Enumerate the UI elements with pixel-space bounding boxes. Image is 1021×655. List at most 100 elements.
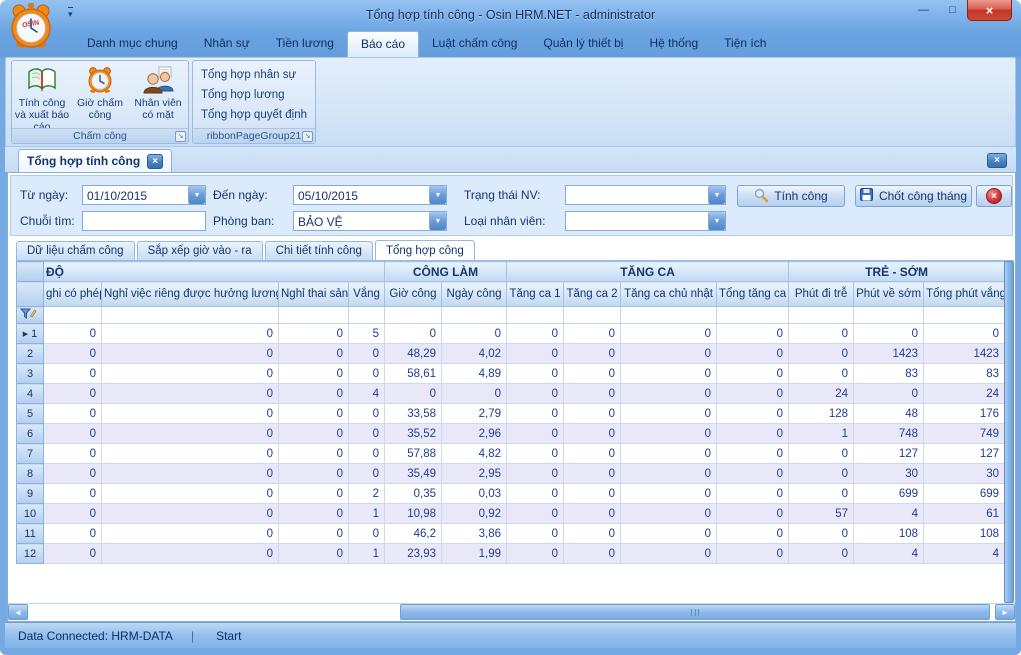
column-header-4[interactable]: Giờ công	[385, 282, 442, 307]
grid-cell: 0	[102, 404, 279, 424]
menu-tab-1[interactable]: Nhân sự	[191, 31, 263, 57]
chevron-down-icon[interactable]: ▼	[429, 212, 446, 230]
close-filter-button[interactable]: ×	[976, 185, 1012, 207]
menu-tab-0[interactable]: Danh mục chung	[74, 31, 191, 57]
tu-ngay-combo[interactable]: 01/10/2015 ▼	[82, 185, 206, 205]
row-indicator-2[interactable]: 2	[17, 344, 44, 364]
filter-row-cell-3[interactable]	[349, 307, 385, 324]
column-header-7[interactable]: Tăng ca 2	[564, 282, 621, 307]
grid-cell: 10,98	[385, 504, 442, 524]
column-header-6[interactable]: Tăng ca 1	[507, 282, 564, 307]
row-indicator-7[interactable]: 7	[17, 444, 44, 464]
grid-cell: 0	[507, 484, 564, 504]
row-indicator-10[interactable]: 10	[17, 504, 44, 524]
filter-row-cell-9[interactable]	[717, 307, 789, 324]
filter-row-cell-12[interactable]	[924, 307, 1005, 324]
document-tab[interactable]: Tổng hợp tính công ×	[18, 149, 172, 172]
dialog-launcher-icon[interactable]: ↘	[175, 131, 186, 142]
column-header-10[interactable]: Phút đi trễ	[789, 282, 854, 307]
menu-tab-5[interactable]: Quản lý thiết bị	[530, 31, 636, 57]
tab-close-icon[interactable]: ×	[147, 154, 163, 169]
column-header-1[interactable]: Nghỉ việc riêng được hưởng lương	[102, 282, 279, 307]
row-indicator-9[interactable]: 9	[17, 484, 44, 504]
menu-tab-2[interactable]: Tiền lương	[263, 31, 347, 57]
filter-row-cell-6[interactable]	[507, 307, 564, 324]
band-header-2[interactable]: TĂNG CA	[507, 262, 789, 282]
ribbon-menu-item-2[interactable]: Tổng hợp quyết định	[195, 105, 313, 125]
row-indicator-5[interactable]: 5	[17, 404, 44, 424]
ribbon-menu-item-1[interactable]: Tổng hợp lương	[195, 85, 313, 105]
column-header-2[interactable]: Nghỉ thai sản	[279, 282, 349, 307]
dialog-launcher-icon[interactable]: ↘	[302, 131, 313, 142]
grid-tab-1[interactable]: Sắp xếp giờ vào - ra	[137, 241, 263, 260]
minimize-button[interactable]: —	[909, 0, 938, 19]
ribbon-button-tinh-cong-xuat-bao-cao[interactable]: Tính công và xuất báo cáo	[13, 63, 71, 133]
band-header-3[interactable]: TRẺ - SỚM	[789, 262, 1005, 282]
row-indicator-6[interactable]: 6	[17, 424, 44, 444]
chevron-down-icon[interactable]: ▼	[429, 186, 446, 204]
grid-tab-3[interactable]: Tổng hợp công	[375, 240, 475, 260]
close-button[interactable]: ×	[967, 0, 1012, 21]
grid-cell: 0	[102, 384, 279, 404]
tinh-cong-button[interactable]: Tính công	[737, 185, 845, 207]
band-header-0[interactable]: ĐỘ	[44, 262, 385, 282]
column-header-8[interactable]: Tăng ca chủ nhật	[621, 282, 717, 307]
chevron-down-icon[interactable]: ▼	[708, 186, 725, 204]
menu-tab-4[interactable]: Luật chấm công	[419, 31, 530, 57]
chevron-down-icon[interactable]: ▼	[188, 186, 205, 204]
column-header-0[interactable]: ghi có phép	[44, 282, 102, 307]
column-header-11[interactable]: Phút về sớm	[854, 282, 924, 307]
column-header-12[interactable]: Tổng phút vắng	[924, 282, 1005, 307]
filter-row-cell-0[interactable]	[44, 307, 102, 324]
grid-cell: 0	[564, 504, 621, 524]
filter-row-cell-4[interactable]	[385, 307, 442, 324]
search-input[interactable]	[82, 211, 206, 231]
phong-ban-combo[interactable]: BẢO VỆ ▼	[293, 211, 447, 231]
ribbon-button-nhan-vien-co-mat[interactable]: Nhân viên có mặt	[129, 63, 187, 133]
grid-cell: 0	[349, 344, 385, 364]
ribbon-menu-item-0[interactable]: Tổng hợp nhân sự	[195, 65, 313, 85]
den-ngay-combo[interactable]: 05/10/2015 ▼	[293, 185, 447, 205]
column-header-3[interactable]: Vắng	[349, 282, 385, 307]
title-bar[interactable]: OSIN ▾ Tổng hợp tính công - Osin HRM.NET…	[0, 0, 1021, 30]
filter-row-cell-1[interactable]	[102, 307, 279, 324]
row-indicator-12[interactable]: 12	[17, 544, 44, 564]
menu-tab-3[interactable]: Báo cáo	[347, 31, 419, 57]
menu-tab-6[interactable]: Hệ thống	[636, 31, 711, 57]
scrollbar-thumb[interactable]	[400, 604, 990, 620]
scroll-right-button[interactable]: ►	[995, 604, 1015, 620]
filter-row-cell-10[interactable]	[789, 307, 854, 324]
filter-row-cell-8[interactable]	[621, 307, 717, 324]
row-indicator-11[interactable]: 11	[17, 524, 44, 544]
filter-row-cell-11[interactable]	[854, 307, 924, 324]
menu-tab-7[interactable]: Tiện ích	[711, 31, 779, 57]
chot-cong-thang-button[interactable]: Chốt công tháng	[855, 185, 972, 207]
app-logo-icon[interactable]: OSIN	[7, 2, 57, 54]
column-header-9[interactable]: Tổng tăng ca	[717, 282, 789, 307]
chevron-down-icon[interactable]: ▼	[708, 212, 725, 230]
column-header-5[interactable]: Ngày công	[442, 282, 507, 307]
row-indicator-4[interactable]: 4	[17, 384, 44, 404]
scroll-left-button[interactable]: ◄	[8, 604, 28, 620]
filter-row-cell-7[interactable]	[564, 307, 621, 324]
row-indicator-3[interactable]: 3	[17, 364, 44, 384]
grid-tab-0[interactable]: Dữ liệu chấm công	[16, 241, 135, 260]
status-start[interactable]: Start	[216, 629, 241, 643]
vertical-scrollbar[interactable]	[1004, 261, 1014, 603]
filter-row-cell-2[interactable]	[279, 307, 349, 324]
horizontal-scrollbar[interactable]: ◄ ►	[8, 603, 1015, 620]
group-caption-label: ribbonPageGroup21	[207, 130, 302, 142]
maximize-button[interactable]: □	[938, 0, 967, 19]
filter-row-cell-5[interactable]	[442, 307, 507, 324]
grid-cell: 0	[44, 524, 102, 544]
row-indicator-8[interactable]: 8	[17, 464, 44, 484]
grid-cell: 699	[924, 484, 1005, 504]
ribbon-button-gio-cham-cong[interactable]: Giờ chấm công	[71, 63, 129, 133]
filter-row-indicator[interactable]	[17, 307, 44, 324]
row-indicator-1[interactable]: ▶1	[17, 324, 44, 344]
band-header-1[interactable]: CÔNG LÀM	[385, 262, 507, 282]
grid-tab-2[interactable]: Chi tiết tính công	[265, 241, 373, 260]
loai-nhan-vien-combo[interactable]: ▼	[565, 211, 726, 231]
trang-thai-nv-combo[interactable]: ▼	[565, 185, 726, 205]
document-close-button[interactable]: ×	[987, 153, 1007, 168]
